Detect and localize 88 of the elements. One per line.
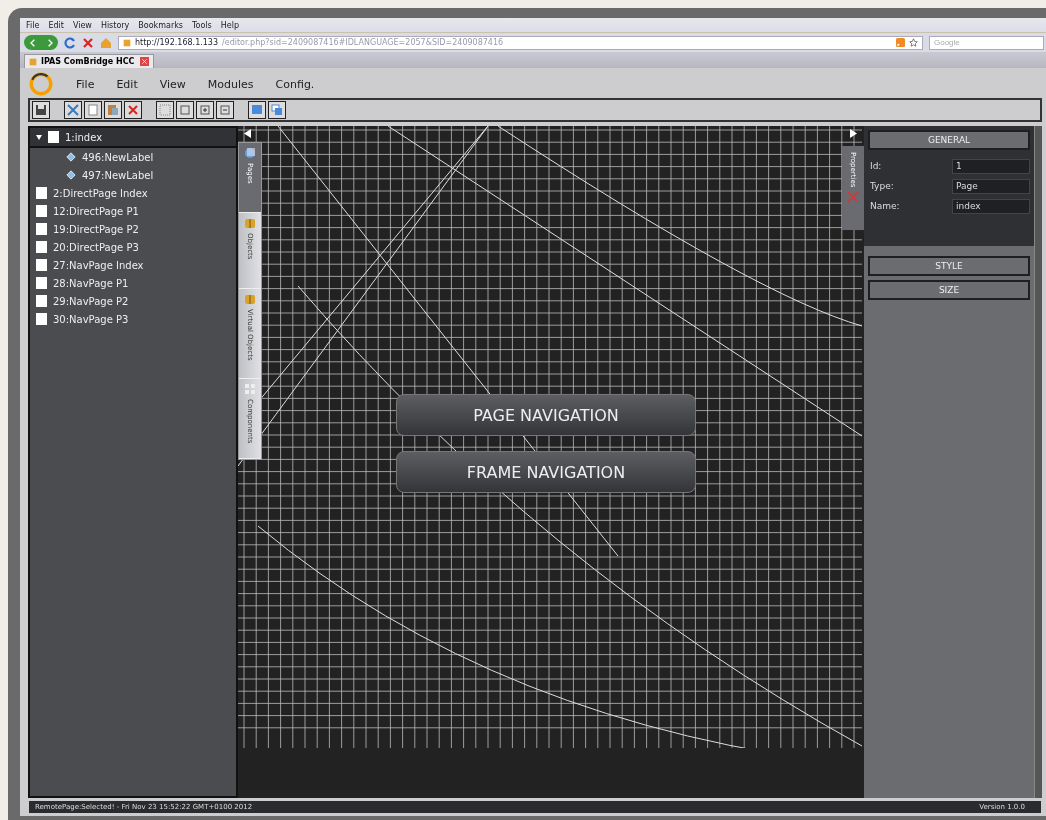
grid-dots-icon [244, 383, 256, 395]
menu-item[interactable]: Modules [207, 77, 254, 91]
delete-icon [127, 104, 139, 116]
url-host: http://192.168.1.133 [135, 38, 219, 47]
package-icon [244, 293, 256, 305]
reload-icon [64, 36, 76, 49]
checkbox[interactable] [36, 259, 47, 271]
copy-button[interactable] [84, 101, 102, 119]
tree-item[interactable]: 29:NavPage P2 [53, 295, 129, 307]
checkbox[interactable] [36, 187, 47, 199]
tree-item[interactable]: 496:NewLabel [82, 151, 154, 163]
url-field[interactable]: http://192.168.1.133 /editor.php?sid=2409087416#IDLANGUAGE=2057&SID=2409087416 [118, 35, 923, 50]
field-label: Name: [870, 201, 900, 211]
field-label: Id: [870, 161, 882, 171]
cut-button[interactable] [64, 101, 82, 119]
value-field[interactable]: Page [952, 178, 1030, 194]
back-icon [28, 38, 37, 47]
tree-item[interactable]: 19:DirectPage P2 [53, 223, 139, 235]
value-field[interactable]: index [952, 198, 1030, 214]
package-icon [244, 217, 256, 229]
back-button[interactable] [268, 101, 286, 119]
dotted-square-icon [159, 104, 171, 116]
menu-item[interactable]: File [76, 77, 95, 91]
tree-item[interactable]: 2:DirectPage Index [53, 187, 148, 199]
browser-menu-item[interactable]: History [100, 20, 130, 30]
tree-item[interactable]: 20:DirectPage P3 [53, 241, 139, 253]
checkbox[interactable] [36, 241, 47, 253]
tree-item[interactable]: 27:NavPage Index [53, 259, 144, 271]
section-header[interactable]: GENERAL [868, 130, 1030, 150]
tree-item[interactable]: 30:NavPage P3 [53, 313, 129, 325]
delete-button[interactable] [124, 101, 142, 119]
scrollbar[interactable] [1034, 126, 1042, 798]
page-icon [123, 38, 131, 47]
tree-item[interactable]: 1:index [65, 131, 103, 143]
windows-icon [271, 104, 283, 116]
checkbox[interactable] [48, 131, 59, 143]
paste-button[interactable] [104, 101, 122, 119]
checkbox[interactable] [36, 295, 47, 307]
browser-menu-item[interactable]: View [72, 20, 92, 30]
copy-icon [87, 104, 99, 116]
collapse-right-icon[interactable] [850, 129, 858, 138]
section-header[interactable]: STYLE [868, 256, 1030, 276]
home-icon [100, 36, 112, 49]
navigation-button[interactable]: PAGE NAVIGATION [396, 394, 696, 436]
close-icon [140, 57, 149, 66]
browser-menu-item[interactable]: Edit [48, 20, 64, 30]
page-icon [29, 57, 37, 66]
browser-menu-item[interactable]: Help [220, 20, 239, 30]
url-path: /editor.php?sid=2409087416#IDLANGUAGE=2057&SID=2409087416 [222, 38, 504, 47]
star-icon [909, 38, 918, 47]
back-forward-button[interactable] [24, 35, 58, 50]
menu-item[interactable]: Config. [275, 77, 315, 91]
search-field[interactable]: Google [929, 35, 1044, 50]
menu-item[interactable]: View [159, 77, 186, 91]
close-icon [82, 36, 94, 49]
minus-icon [219, 104, 231, 116]
collapse-left-icon[interactable] [244, 129, 252, 138]
paste-icon [107, 104, 119, 116]
save-button[interactable] [32, 101, 50, 119]
tree-item[interactable]: 12:DirectPage P1 [53, 205, 139, 217]
browser-menu-item[interactable]: Bookmarks [138, 20, 184, 30]
checkbox[interactable] [36, 223, 47, 235]
tree-item[interactable]: 497:NewLabel [82, 169, 154, 181]
fit-button[interactable] [176, 101, 194, 119]
window-icon [251, 104, 263, 116]
square-icon [179, 104, 191, 116]
section-header[interactable]: SIZE [868, 280, 1030, 300]
zoom-out-button[interactable] [216, 101, 234, 119]
value-field[interactable]: 1 [952, 158, 1030, 174]
checkbox[interactable] [36, 205, 47, 217]
zoom-in-button[interactable] [196, 101, 214, 119]
browser-menu-item[interactable]: File [26, 20, 40, 30]
expand-caret-icon[interactable] [36, 134, 42, 140]
plus-icon [199, 104, 211, 116]
navigation-button[interactable]: FRAME NAVIGATION [396, 451, 696, 493]
tree-item[interactable]: 28:NavPage P1 [53, 277, 129, 289]
browser-tab[interactable]: IPAS ComBridge HCC [24, 54, 154, 68]
grid-button[interactable] [156, 101, 174, 119]
checkbox[interactable] [36, 277, 47, 289]
front-button[interactable] [248, 101, 266, 119]
menu-item[interactable]: Edit [116, 77, 138, 91]
globe-icon [244, 147, 256, 159]
save-icon [35, 104, 47, 116]
browser-menu-item[interactable]: Tools [192, 20, 212, 30]
checkbox[interactable] [36, 313, 47, 325]
rss-icon [896, 38, 905, 47]
logo-icon [28, 71, 54, 97]
field-label: Type: [870, 181, 894, 191]
